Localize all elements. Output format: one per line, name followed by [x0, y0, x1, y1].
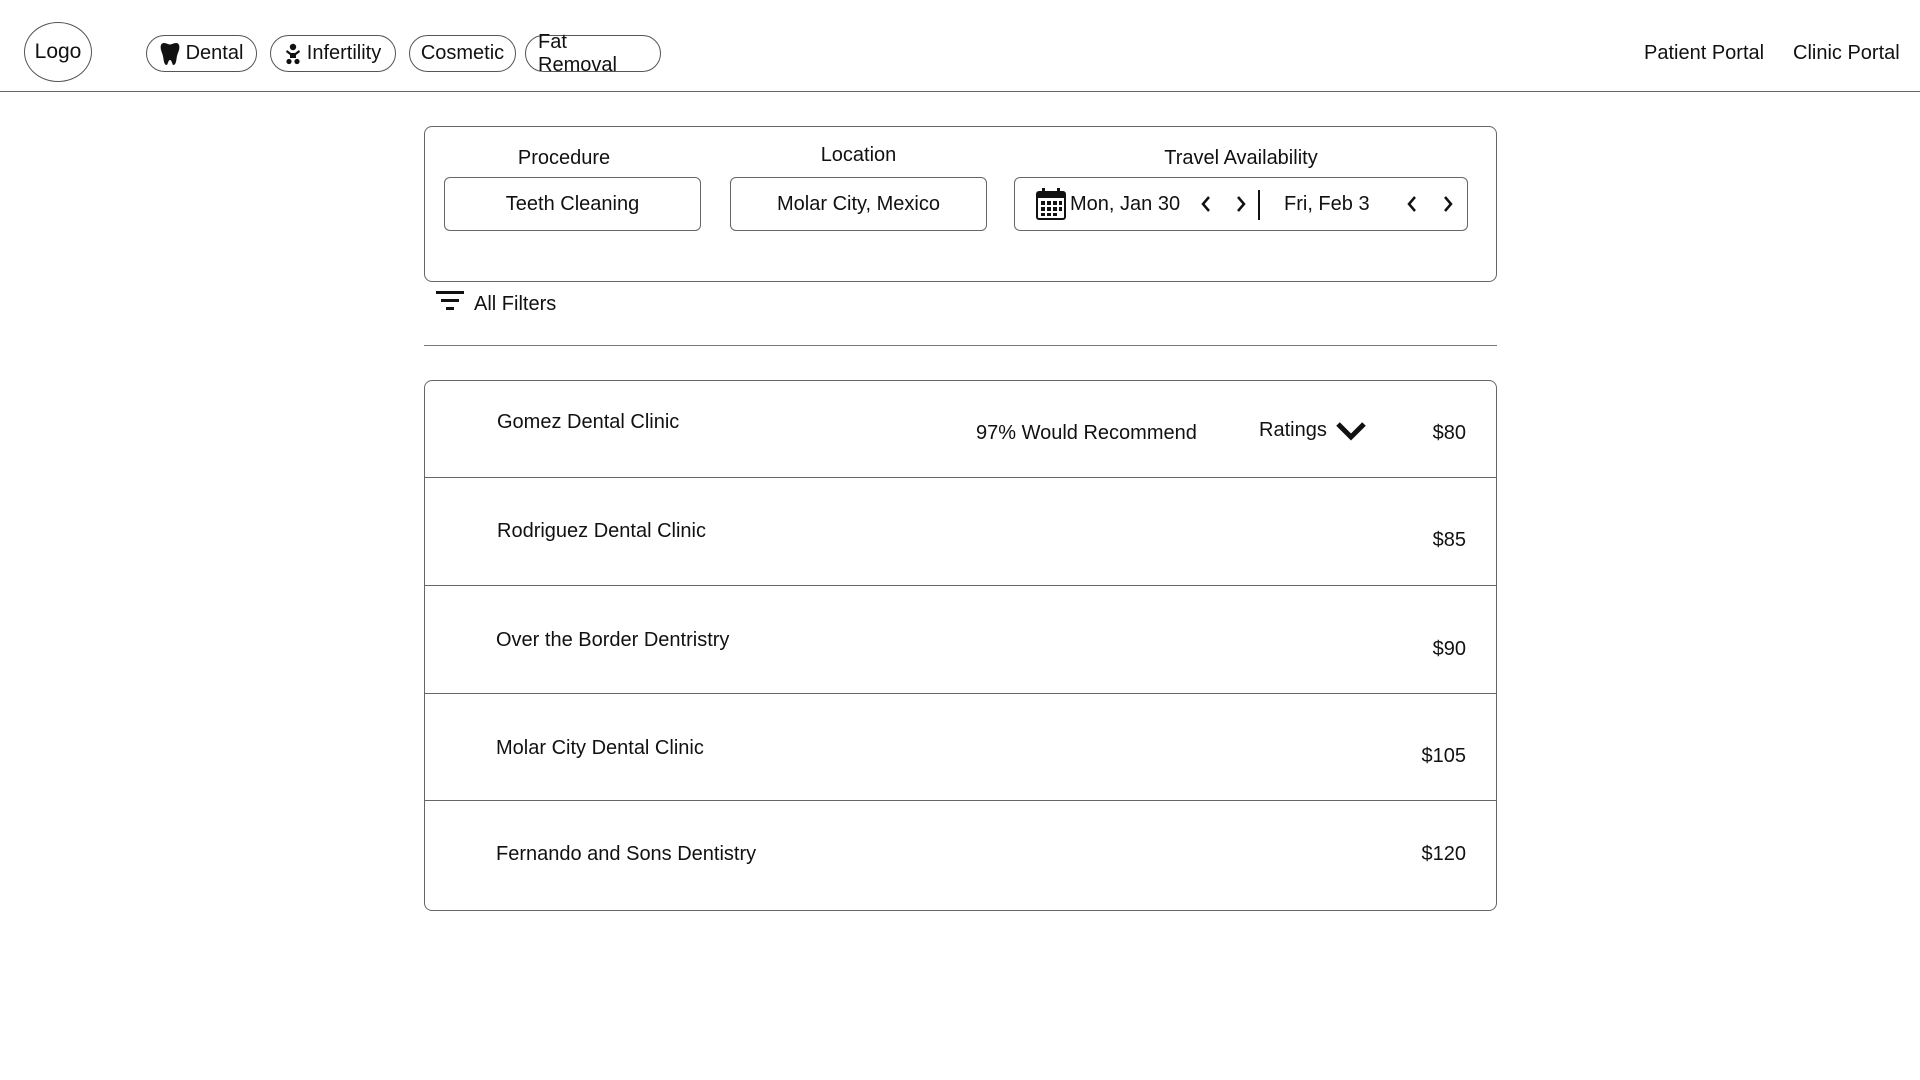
- clinic-name: Fernando and Sons Dentistry: [496, 843, 757, 865]
- filter-icon: [436, 290, 464, 318]
- procedure-field[interactable]: Teeth Cleaning: [444, 177, 701, 231]
- patient-portal-link[interactable]: Patient Portal: [1644, 42, 1764, 65]
- category-label: Infertility: [306, 42, 382, 64]
- header-divider: [0, 91, 1920, 92]
- calendar-icon[interactable]: [1036, 188, 1066, 226]
- filters-divider: [424, 345, 1497, 346]
- ratings-dropdown[interactable]: Ratings: [1259, 419, 1367, 442]
- travel-date-range[interactable]: Mon, Jan 30 Fri, Feb 3: [1014, 177, 1468, 231]
- clinic-row[interactable]: Fernando and Sons Dentistry $120: [425, 800, 1496, 910]
- category-label: Cosmetic: [420, 42, 505, 64]
- all-filters-label: All Filters: [474, 292, 557, 315]
- clinic-name: Rodriguez Dental Clinic: [497, 520, 706, 542]
- clinic-row[interactable]: Rodriguez Dental Clinic $85: [425, 477, 1496, 585]
- end-date-next-button[interactable]: [1435, 189, 1461, 219]
- clinic-results-list: Gomez Dental Clinic 97% Would Recommend …: [424, 380, 1497, 911]
- clinic-row[interactable]: Over the Border Dentristry $90: [425, 585, 1496, 693]
- location-value: Molar City, Mexico: [777, 192, 940, 215]
- start-date-prev-button[interactable]: [1193, 189, 1219, 219]
- end-date-prev-button[interactable]: [1399, 189, 1425, 219]
- chevron-left-icon: [1201, 196, 1210, 212]
- start-date: Mon, Jan 30: [1070, 193, 1181, 215]
- all-filters-button[interactable]: All Filters: [436, 290, 556, 318]
- chevron-right-icon: [1237, 196, 1246, 212]
- clinic-price: $120: [1421, 843, 1467, 865]
- clinic-price: $80: [1432, 422, 1466, 444]
- baby-icon: [285, 43, 301, 65]
- clinic-price: $105: [1421, 745, 1467, 767]
- clinic-name: Gomez Dental Clinic: [497, 411, 680, 433]
- travel-availability-label: Travel Availability: [1164, 147, 1318, 169]
- location-label: Location: [820, 144, 897, 166]
- location-field[interactable]: Molar City, Mexico: [730, 177, 987, 231]
- procedure-label: Procedure: [517, 147, 611, 169]
- clinic-row[interactable]: Gomez Dental Clinic 97% Would Recommend …: [425, 381, 1496, 477]
- clinic-name: Molar City Dental Clinic: [496, 737, 704, 759]
- category-fat-removal[interactable]: Fat Removal: [525, 31, 661, 76]
- clinic-name: Over the Border Dentristry: [496, 629, 730, 651]
- clinic-row[interactable]: Molar City Dental Clinic $105: [425, 693, 1496, 800]
- chevron-down-icon: [1336, 421, 1366, 441]
- logo[interactable]: Logo: [24, 22, 92, 82]
- ratings-label: Ratings: [1259, 419, 1327, 441]
- category-label: Dental: [185, 42, 244, 64]
- category-dental[interactable]: Dental: [146, 35, 257, 72]
- date-range-divider: [1258, 190, 1260, 220]
- category-infertility[interactable]: Infertility: [270, 35, 396, 72]
- clinic-price: $90: [1432, 638, 1466, 660]
- logo-text: Logo: [34, 40, 82, 63]
- tooth-icon: [160, 42, 180, 66]
- chevron-left-icon: [1407, 196, 1416, 212]
- clinic-portal-link[interactable]: Clinic Portal: [1793, 42, 1900, 65]
- recommend-percentage: 97% Would Recommend: [976, 422, 1197, 444]
- category-label: Fat Removal: [538, 30, 617, 76]
- procedure-value: Teeth Cleaning: [505, 192, 640, 215]
- chevron-right-icon: [1444, 196, 1453, 212]
- end-date: Fri, Feb 3: [1284, 193, 1370, 215]
- clinic-price: $85: [1432, 529, 1466, 551]
- start-date-next-button[interactable]: [1228, 189, 1254, 219]
- category-cosmetic[interactable]: Cosmetic: [409, 35, 516, 72]
